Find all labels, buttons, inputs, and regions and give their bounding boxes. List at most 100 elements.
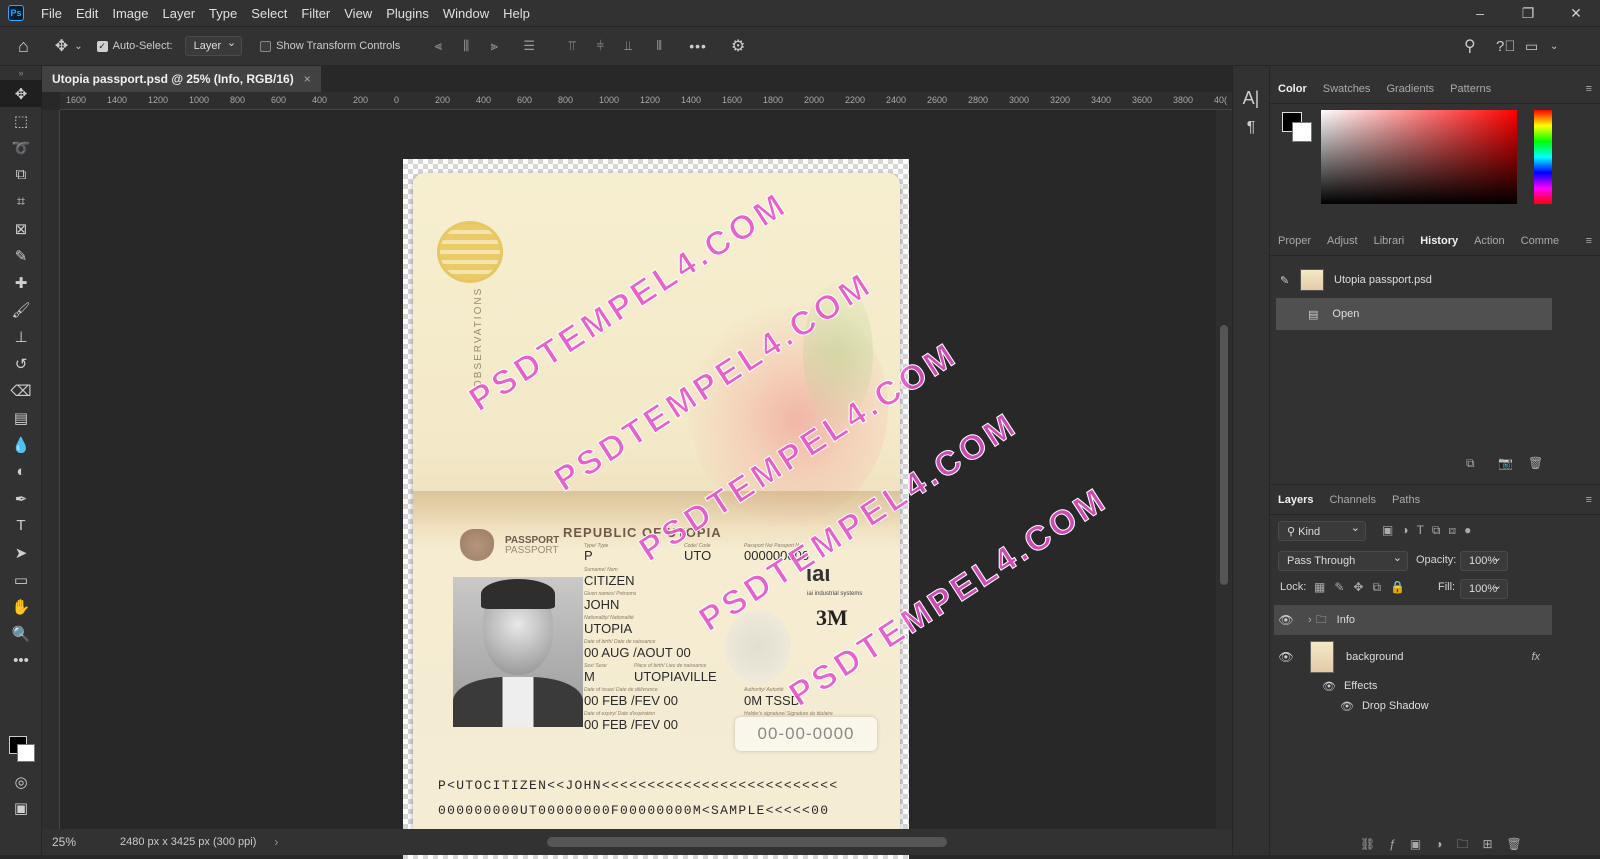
- workspace-icon[interactable]: ▭: [1525, 38, 1538, 55]
- group-expand-chevron-icon[interactable]: ›: [1308, 614, 1312, 626]
- tab-paths[interactable]: Paths: [1384, 494, 1428, 506]
- distribute-horizontal-icon[interactable]: ⫴: [650, 38, 668, 54]
- layer-filter-icons[interactable]: ▣◑T⧉⧈●: [1382, 523, 1479, 538]
- minimize-button[interactable]: –: [1456, 0, 1504, 26]
- menu-filter[interactable]: Filter: [294, 6, 337, 21]
- menu-window[interactable]: Window: [436, 6, 496, 21]
- zoom-level[interactable]: 25%: [52, 835, 112, 849]
- type-tool[interactable]: T: [0, 512, 42, 539]
- tab-patterns[interactable]: Patterns: [1442, 83, 1499, 95]
- tab-properties[interactable]: Proper: [1270, 235, 1319, 247]
- move-tool[interactable]: ✥: [0, 80, 42, 107]
- rectangle-tool[interactable]: ▭: [0, 566, 42, 593]
- tab-libraries[interactable]: Librari: [1366, 235, 1413, 247]
- canvas[interactable]: OBSERVATIONS REPUBLIC OF UTOPIA PASSPORT…: [60, 110, 1216, 859]
- quick-mask-icon[interactable]: ◎: [0, 768, 42, 795]
- align-top-icon[interactable]: ⫪: [563, 38, 581, 54]
- tab-actions[interactable]: Action: [1466, 235, 1513, 247]
- tab-layers[interactable]: Layers: [1270, 494, 1321, 506]
- history-brush-source-icon[interactable]: ✎: [1280, 274, 1289, 287]
- vertical-scrollbar[interactable]: [1216, 110, 1232, 829]
- tab-adjustments[interactable]: Adjust: [1319, 235, 1366, 247]
- marquee-tool[interactable]: ⬚: [0, 107, 42, 134]
- healing-brush-tool[interactable]: ✚: [0, 269, 42, 296]
- layer-actions-icons[interactable]: ⛓ƒ▣◑🗀⊞🗑: [1360, 835, 1536, 856]
- gradient-tool[interactable]: ▤: [0, 404, 42, 431]
- move-tool-icon[interactable]: ✥: [55, 36, 68, 56]
- horizontal-scroll-thumb[interactable]: [547, 837, 947, 847]
- paragraph-panel-icon[interactable]: ¶: [1233, 119, 1269, 137]
- more-tools-icon[interactable]: •••: [0, 647, 42, 674]
- vertical-scroll-thumb[interactable]: [1220, 325, 1228, 585]
- more-options-icon[interactable]: •••: [689, 38, 707, 54]
- menu-file[interactable]: File: [34, 6, 69, 21]
- clone-stamp-tool[interactable]: ⊥: [0, 323, 42, 350]
- distribute-vertical-icon[interactable]: ☰: [520, 38, 538, 54]
- document-tab[interactable]: Utopia passport.psd @ 25% (Info, RGB/16)…: [42, 66, 321, 92]
- show-transform-checkbox[interactable]: Show Transform Controls: [260, 40, 400, 52]
- color-panel-menu-icon[interactable]: ≡: [1586, 83, 1592, 95]
- tab-swatches[interactable]: Swatches: [1315, 83, 1379, 95]
- visibility-eye-icon[interactable]: 👁: [1274, 650, 1298, 664]
- eraser-tool[interactable]: ⌫: [0, 377, 42, 404]
- zoom-tool[interactable]: 🔍: [0, 620, 42, 647]
- layer-row-background[interactable]: 👁 background fx: [1274, 639, 1552, 675]
- status-chevron-icon[interactable]: ›: [274, 835, 278, 849]
- auto-select-checkbox[interactable]: ✓ Auto-Select:: [96, 40, 173, 52]
- history-panel-menu-icon[interactable]: ≡: [1586, 235, 1592, 247]
- menu-plugins[interactable]: Plugins: [379, 6, 436, 21]
- fx-icon[interactable]: fx: [1531, 651, 1540, 663]
- new-document-from-state-icon[interactable]: ⧉: [1466, 456, 1475, 471]
- auto-select-target-dropdown[interactable]: Layer: [184, 36, 243, 56]
- menu-type[interactable]: Type: [202, 6, 244, 21]
- history-brush-tool[interactable]: ↺: [0, 350, 42, 377]
- tab-comments[interactable]: Comme: [1513, 235, 1568, 247]
- align-right-icon[interactable]: ⫸: [485, 38, 503, 54]
- lock-icons[interactable]: ▦✎✥⧉🔒: [1314, 580, 1414, 595]
- drop-shadow-row[interactable]: 👁 Drop Shadow: [1274, 695, 1552, 717]
- fill-input[interactable]: 100%: [1460, 579, 1508, 599]
- tab-channels[interactable]: Channels: [1321, 494, 1383, 506]
- background-color-swatch[interactable]: [17, 744, 35, 762]
- help-icon[interactable]: ?⃝: [1496, 38, 1516, 55]
- tab-gradients[interactable]: Gradients: [1378, 83, 1442, 95]
- filter-kind-dropdown[interactable]: ⚲ Kind: [1278, 521, 1366, 541]
- character-panel-icon[interactable]: A|: [1233, 88, 1269, 109]
- drop-shadow-eye-icon[interactable]: 👁: [1340, 700, 1354, 713]
- menu-image[interactable]: Image: [105, 6, 155, 21]
- effects-eye-icon[interactable]: 👁: [1322, 680, 1336, 693]
- hue-slider[interactable]: [1534, 110, 1552, 204]
- home-icon[interactable]: ⌂: [18, 36, 29, 57]
- color-picker-field[interactable]: [1321, 110, 1517, 204]
- path-select-tool[interactable]: ➤: [0, 539, 42, 566]
- menu-view[interactable]: View: [337, 6, 379, 21]
- restore-button[interactable]: ❐: [1504, 0, 1552, 26]
- history-snapshot[interactable]: ✎ Utopia passport.psd: [1276, 264, 1552, 296]
- layer-row-info[interactable]: 👁 › 🗀 Info: [1274, 605, 1552, 635]
- snapshot-camera-icon[interactable]: 📷: [1498, 456, 1513, 470]
- frame-tool[interactable]: ⊠: [0, 215, 42, 242]
- brush-tool[interactable]: 🖌: [0, 296, 42, 323]
- object-select-tool[interactable]: ⧉: [0, 161, 42, 188]
- effects-row[interactable]: 👁 Effects: [1274, 675, 1552, 697]
- hand-tool[interactable]: ✋: [0, 593, 42, 620]
- delete-state-icon[interactable]: 🗑: [1528, 456, 1543, 470]
- align-bottom-icon[interactable]: ⫫: [619, 38, 637, 54]
- collapse-tools-icon[interactable]: »: [0, 66, 42, 80]
- menu-layer[interactable]: Layer: [156, 6, 203, 21]
- tool-preset-chevron-icon[interactable]: ⌄: [74, 41, 82, 52]
- tab-color[interactable]: Color: [1270, 83, 1315, 95]
- history-state-open[interactable]: ▤ Open: [1276, 298, 1552, 330]
- gear-icon[interactable]: ⚙: [731, 36, 745, 56]
- menu-edit[interactable]: Edit: [69, 6, 105, 21]
- blur-tool[interactable]: 💧: [0, 431, 42, 458]
- search-icon[interactable]: ⚲: [1464, 36, 1476, 56]
- visibility-eye-icon[interactable]: 👁: [1274, 613, 1298, 627]
- eyedropper-tool[interactable]: ✎: [0, 242, 42, 269]
- layers-panel-menu-icon[interactable]: ≡: [1586, 494, 1592, 506]
- background-swatch[interactable]: [1292, 122, 1312, 142]
- align-left-icon[interactable]: ⫷: [429, 38, 447, 54]
- menu-help[interactable]: Help: [496, 6, 537, 21]
- dodge-tool[interactable]: ◐: [0, 458, 42, 485]
- lasso-tool[interactable]: ➰: [0, 134, 42, 161]
